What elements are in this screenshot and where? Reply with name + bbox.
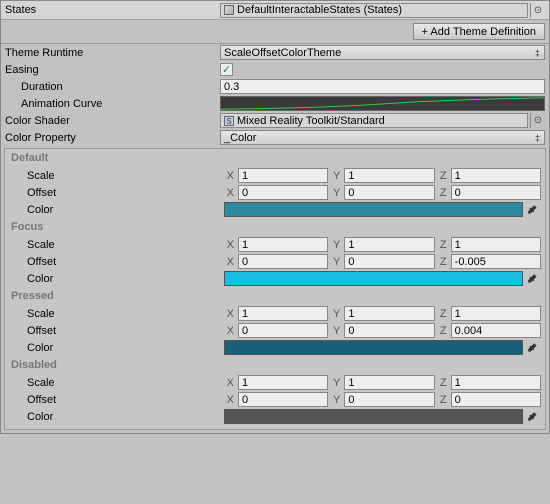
disabled-scale-x-input[interactable]: 1	[238, 375, 328, 390]
axis-label-x[interactable]: X	[224, 377, 236, 389]
eyedropper-icon[interactable]	[525, 271, 541, 286]
state-header-pressed: Pressed	[5, 287, 545, 305]
shader-icon: S	[224, 116, 234, 126]
focus-offset-z-input[interactable]: -0.005	[451, 254, 541, 269]
state-header-default: Default	[5, 149, 545, 167]
default-scale-z-input[interactable]: 1	[451, 168, 541, 183]
scale-label: Scale	[9, 239, 224, 251]
offset-label: Offset	[9, 187, 224, 199]
easing-checkbox[interactable]: ✓	[220, 63, 233, 76]
default-offset-y-input[interactable]: 0	[344, 185, 434, 200]
axis-label-z[interactable]: Z	[437, 239, 449, 251]
scale-label: Scale	[9, 308, 224, 320]
theme-runtime-label: Theme Runtime	[5, 47, 220, 59]
state-header-focus: Focus	[5, 218, 545, 236]
state-header-disabled: Disabled	[5, 356, 545, 374]
eyedropper-icon[interactable]	[525, 202, 541, 217]
axis-label-y[interactable]: Y	[330, 394, 342, 406]
focus-color-field[interactable]	[224, 271, 523, 286]
default-color-field[interactable]	[224, 202, 523, 217]
pressed-offset-y-input[interactable]: 0	[344, 323, 434, 338]
color-property-dropdown[interactable]: _Color	[220, 130, 545, 145]
pressed-offset-z-input[interactable]: 0.004	[451, 323, 541, 338]
axis-label-z[interactable]: Z	[437, 377, 449, 389]
pressed-scale-z-input[interactable]: 1	[451, 306, 541, 321]
axis-label-y[interactable]: Y	[330, 170, 342, 182]
color-shader-field[interactable]: S Mixed Reality Toolkit/Standard	[220, 113, 528, 128]
eyedropper-icon[interactable]	[525, 409, 541, 424]
axis-label-x[interactable]: X	[224, 170, 236, 182]
color-property-label: Color Property	[5, 132, 220, 144]
states-object-field[interactable]: DefaultInteractableStates (States)	[220, 3, 528, 18]
default-offset-z-input[interactable]: 0	[451, 185, 541, 200]
axis-label-y[interactable]: Y	[330, 377, 342, 389]
focus-scale-x-input[interactable]: 1	[238, 237, 328, 252]
axis-label-y[interactable]: Y	[330, 256, 342, 268]
duration-input[interactable]: 0.3	[220, 79, 545, 94]
axis-label-x[interactable]: X	[224, 187, 236, 199]
axis-label-z[interactable]: Z	[437, 256, 449, 268]
animation-curve-label: Animation Curve	[5, 98, 220, 110]
axis-label-x[interactable]: X	[224, 394, 236, 406]
states-label: States	[5, 4, 220, 16]
axis-label-x[interactable]: X	[224, 308, 236, 320]
default-scale-y-input[interactable]: 1	[344, 168, 434, 183]
scriptable-object-icon	[224, 5, 234, 15]
color-label: Color	[9, 273, 224, 285]
axis-label-y[interactable]: Y	[330, 239, 342, 251]
focus-offset-x-input[interactable]: 0	[238, 254, 328, 269]
axis-label-z[interactable]: Z	[437, 394, 449, 406]
color-label: Color	[9, 411, 224, 423]
axis-label-x[interactable]: X	[224, 239, 236, 251]
eyedropper-icon[interactable]	[525, 340, 541, 355]
focus-scale-z-input[interactable]: 1	[451, 237, 541, 252]
disabled-scale-y-input[interactable]: 1	[344, 375, 434, 390]
disabled-offset-z-input[interactable]: 0	[451, 392, 541, 407]
pressed-scale-y-input[interactable]: 1	[344, 306, 434, 321]
pressed-color-field[interactable]	[224, 340, 523, 355]
axis-label-y[interactable]: Y	[330, 325, 342, 337]
pressed-offset-x-input[interactable]: 0	[238, 323, 328, 338]
disabled-color-field[interactable]	[224, 409, 523, 424]
animation-curve-field[interactable]	[220, 96, 545, 111]
offset-label: Offset	[9, 325, 224, 337]
color-label: Color	[9, 342, 224, 354]
axis-label-z[interactable]: Z	[437, 308, 449, 320]
color-shader-label: Color Shader	[5, 115, 220, 127]
default-scale-x-input[interactable]: 1	[238, 168, 328, 183]
axis-label-y[interactable]: Y	[330, 308, 342, 320]
disabled-scale-z-input[interactable]: 1	[451, 375, 541, 390]
color-label: Color	[9, 204, 224, 216]
axis-label-y[interactable]: Y	[330, 187, 342, 199]
add-theme-definition-button[interactable]: + Add Theme Definition	[413, 23, 545, 40]
duration-label: Duration	[5, 81, 220, 93]
object-picker-button[interactable]	[530, 3, 545, 18]
theme-runtime-dropdown[interactable]: ScaleOffsetColorTheme	[220, 45, 545, 60]
disabled-offset-x-input[interactable]: 0	[238, 392, 328, 407]
scale-label: Scale	[9, 377, 224, 389]
axis-label-z[interactable]: Z	[437, 170, 449, 182]
scale-label: Scale	[9, 170, 224, 182]
disabled-offset-y-input[interactable]: 0	[344, 392, 434, 407]
axis-label-z[interactable]: Z	[437, 187, 449, 199]
easing-label: Easing	[5, 64, 220, 76]
pressed-scale-x-input[interactable]: 1	[238, 306, 328, 321]
offset-label: Offset	[9, 256, 224, 268]
focus-offset-y-input[interactable]: 0	[344, 254, 434, 269]
states-object-value: DefaultInteractableStates (States)	[237, 4, 402, 16]
axis-label-z[interactable]: Z	[437, 325, 449, 337]
axis-label-x[interactable]: X	[224, 325, 236, 337]
offset-label: Offset	[9, 394, 224, 406]
object-picker-button[interactable]	[530, 113, 545, 128]
default-offset-x-input[interactable]: 0	[238, 185, 328, 200]
focus-scale-y-input[interactable]: 1	[344, 237, 434, 252]
axis-label-x[interactable]: X	[224, 256, 236, 268]
